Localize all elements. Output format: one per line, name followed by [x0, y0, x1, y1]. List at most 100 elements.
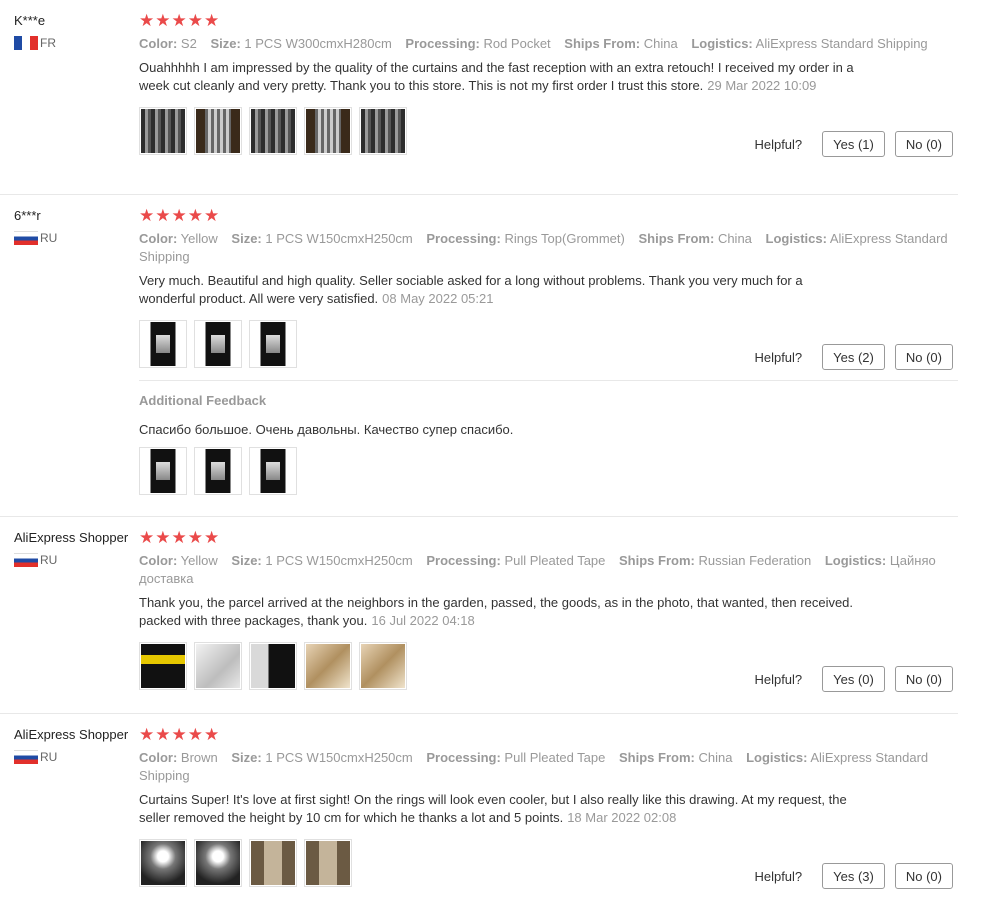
helpful-yes-button[interactable]: Yes (3): [822, 863, 885, 889]
review-photo-thumbnail[interactable]: [249, 642, 297, 690]
product-attributes: Color: Brown Size: 1 PCS W150cmxH250cm P…: [139, 749, 958, 785]
attr-label: Size:: [231, 231, 262, 246]
review-text: Ouahhhhh I am impressed by the quality o…: [139, 59, 859, 95]
helpful-vote: Helpful? Yes (1) No (0): [754, 131, 953, 157]
reviewer-name: AliExpress Shopper: [14, 530, 129, 545]
helpful-no-button[interactable]: No (0): [894, 863, 953, 889]
attr-color: Brown: [180, 750, 218, 765]
review-photo-thumbnail[interactable]: [359, 107, 407, 155]
review-photos: [139, 107, 414, 155]
attr-label: Ships From:: [619, 750, 695, 765]
star-rating: ★★★★★: [139, 725, 221, 744]
helpful-label: Helpful?: [754, 136, 803, 152]
helpful-vote: Helpful? Yes (2) No (0): [754, 344, 953, 370]
review-photo-thumbnail[interactable]: [304, 642, 352, 690]
attr-ships-from: China: [717, 231, 752, 246]
attr-color: S2: [180, 36, 197, 51]
flag-ru-icon: [14, 231, 38, 245]
attr-label: Processing:: [405, 36, 480, 51]
attr-label: Logistics:: [691, 36, 753, 51]
review-photo-thumbnail[interactable]: [194, 642, 242, 690]
review-photo-thumbnail[interactable]: [249, 320, 297, 368]
star-rating: ★★★★★: [139, 206, 221, 225]
helpful-no-button[interactable]: No (0): [894, 666, 953, 692]
additional-feedback-text: Спасибо большое. Очень давольны. Качеств…: [139, 422, 514, 437]
review-date: 18 Mar 2022 02:08: [567, 810, 677, 825]
review-photo-thumbnail[interactable]: [139, 107, 187, 155]
attr-label: Ships From:: [638, 231, 715, 246]
attr-label: Logistics:: [765, 231, 827, 246]
attr-size: 1 PCS W150cmxH250cm: [265, 231, 413, 246]
review-photo-thumbnail[interactable]: [249, 107, 297, 155]
review-photo-thumbnail[interactable]: [139, 447, 187, 495]
country-code: RU: [40, 750, 58, 764]
flag-fr-icon: [14, 36, 38, 50]
flag-ru-icon: [14, 553, 38, 567]
attr-label: Size:: [210, 36, 241, 51]
review-photo-thumbnail[interactable]: [249, 447, 297, 495]
review-photo-thumbnail[interactable]: [304, 107, 352, 155]
review-photo-thumbnail[interactable]: [139, 642, 187, 690]
review-body: Thank you, the parcel arrived at the nei…: [139, 595, 854, 628]
review-item: K***e FR ★★★★★ Color: S2 Size: 1 PCS W30…: [0, 0, 958, 195]
reviewer-name: AliExpress Shopper: [14, 727, 129, 742]
reviewer-country: RU: [14, 553, 139, 567]
attr-label: Logistics:: [746, 750, 808, 765]
attr-color: Yellow: [180, 553, 218, 568]
attr-color: Yellow: [180, 231, 218, 246]
product-attributes: Color: Yellow Size: 1 PCS W150cmxH250cm …: [139, 230, 958, 266]
additional-feedback-title: Additional Feedback: [139, 393, 267, 408]
helpful-vote: Helpful? Yes (3) No (0): [754, 863, 953, 889]
helpful-label: Helpful?: [754, 671, 803, 687]
attr-processing: Rings Top(Grommet): [504, 231, 625, 246]
attr-ships-from: China: [698, 750, 733, 765]
attr-label: Color:: [139, 36, 178, 51]
helpful-no-button[interactable]: No (0): [894, 131, 953, 157]
attr-size: 1 PCS W150cmxH250cm: [265, 553, 413, 568]
reviewer-country: FR: [14, 36, 139, 50]
review-photo-thumbnail[interactable]: [194, 107, 242, 155]
helpful-no-button[interactable]: No (0): [894, 344, 953, 370]
attr-label: Color:: [139, 553, 178, 568]
review-photos: [139, 642, 414, 690]
attr-ships-from: Russian Federation: [698, 553, 812, 568]
attr-label: Processing:: [426, 750, 501, 765]
helpful-yes-button[interactable]: Yes (1): [822, 131, 885, 157]
reviewer-info: AliExpress Shopper RU: [14, 727, 139, 764]
product-attributes: Color: S2 Size: 1 PCS W300cmxH280cm Proc…: [139, 35, 958, 53]
attr-label: Logistics:: [824, 553, 887, 568]
review-item: 6***r RU ★★★★★ Color: Yellow Size: 1 PCS…: [0, 195, 958, 517]
attr-label: Size:: [231, 553, 262, 568]
reviewer-info: 6***r RU: [14, 208, 139, 245]
review-text: Thank you, the parcel arrived at the nei…: [139, 594, 859, 630]
helpful-vote: Helpful? Yes (0) No (0): [754, 666, 953, 692]
attr-label: Processing:: [426, 553, 501, 568]
country-code: RU: [40, 231, 58, 245]
attr-label: Color:: [139, 231, 178, 246]
reviewer-info: K***e FR: [14, 13, 139, 50]
attr-size: 1 PCS W300cmxH280cm: [244, 36, 392, 51]
review-date: 29 Mar 2022 10:09: [707, 78, 817, 93]
attr-label: Processing:: [426, 231, 501, 246]
product-attributes: Color: Yellow Size: 1 PCS W150cmxH250cm …: [139, 552, 958, 588]
star-rating: ★★★★★: [139, 11, 221, 30]
attr-label: Ships From:: [564, 36, 641, 51]
reviewer-country: RU: [14, 231, 139, 245]
review-photo-thumbnail[interactable]: [194, 447, 242, 495]
helpful-yes-button[interactable]: Yes (0): [822, 666, 885, 692]
attr-label: Size:: [231, 750, 262, 765]
helpful-yes-button[interactable]: Yes (2): [822, 344, 885, 370]
attr-processing: Pull Pleated Tape: [504, 750, 606, 765]
country-code: FR: [40, 36, 56, 50]
review-photo-thumbnail[interactable]: [194, 320, 242, 368]
country-code: RU: [40, 553, 58, 567]
review-item: AliExpress Shopper RU ★★★★★ Color: Brown…: [0, 714, 958, 889]
review-text: Very much. Beautiful and high quality. S…: [139, 272, 859, 308]
attr-label: Color:: [139, 750, 178, 765]
review-photo-thumbnail[interactable]: [359, 642, 407, 690]
star-rating: ★★★★★: [139, 528, 221, 547]
review-text: Curtains Super! It's love at first sight…: [139, 791, 859, 827]
review-photo-thumbnail[interactable]: [139, 320, 187, 368]
review-photos: [139, 320, 304, 368]
helpful-label: Helpful?: [754, 868, 803, 884]
